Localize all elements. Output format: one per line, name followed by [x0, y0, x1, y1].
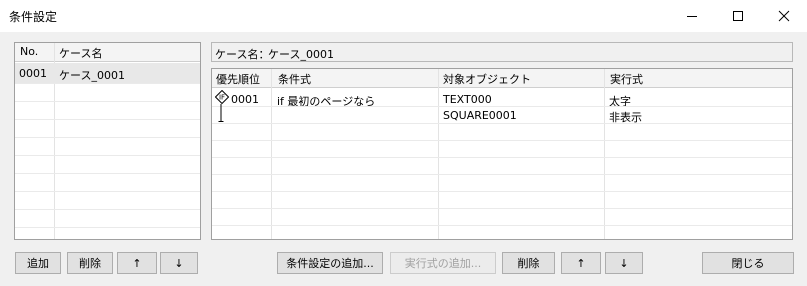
close-button[interactable]: 閉じる	[702, 252, 794, 274]
case-row-no: 0001	[19, 67, 47, 80]
svg-text:IF: IF	[219, 94, 225, 102]
condition-row-priority: 0001	[231, 93, 259, 106]
column-header-target-object[interactable]: 対象オブジェクト	[443, 71, 531, 87]
window-title: 条件設定	[9, 10, 58, 24]
add-condition-button[interactable]: 条件設定の追加...	[277, 252, 383, 274]
case-list-header: No. ケース名	[15, 43, 200, 62]
condition-row-target: TEXT000	[443, 93, 492, 106]
title-bar: 条件設定	[0, 0, 807, 32]
column-header-action[interactable]: 実行式	[610, 71, 643, 87]
close-icon	[778, 10, 790, 22]
case-name-label: ケース名：	[215, 48, 270, 61]
minimize-button[interactable]	[669, 0, 715, 32]
move-case-up-button[interactable]: ↑	[117, 252, 157, 274]
condition-diamond-icon: IF	[215, 90, 229, 104]
add-case-button[interactable]: 追加	[15, 252, 61, 274]
column-header-condition[interactable]: 条件式	[278, 71, 311, 87]
case-list[interactable]: No. ケース名 0001 ケース_0001	[14, 42, 201, 240]
move-condition-up-button[interactable]: ↑	[561, 252, 601, 274]
move-case-down-button[interactable]: ↓	[160, 252, 198, 274]
condition-table-header: 優先順位 条件式 対象オブジェクト 実行式	[212, 69, 792, 88]
case-name-value: ケース_0001	[268, 48, 334, 61]
delete-condition-button[interactable]: 削除	[502, 252, 555, 274]
column-header-case-name[interactable]: ケース名	[59, 45, 102, 61]
condition-table[interactable]: 優先順位 条件式 対象オブジェクト 実行式 IF 0001 if 最初のページな…	[211, 68, 793, 240]
maximize-icon	[733, 11, 743, 21]
minimize-icon	[687, 16, 697, 17]
case-row-name: ケース_0001	[59, 69, 125, 82]
branch-line-icon	[218, 104, 224, 122]
add-action-button[interactable]: 実行式の追加...	[390, 252, 496, 274]
delete-case-button[interactable]: 削除	[67, 252, 113, 274]
column-header-no[interactable]: No.	[20, 45, 38, 58]
column-header-priority[interactable]: 優先順位	[216, 71, 260, 87]
condition-row-target: SQUARE0001	[443, 109, 517, 122]
case-name-bar: ケース名： ケース_0001	[211, 42, 793, 62]
move-condition-down-button[interactable]: ↓	[605, 252, 643, 274]
condition-settings-dialog: 条件設定 No. ケース名 0001 ケース_0001 ケース名： ケース_00…	[0, 0, 807, 286]
maximize-button[interactable]	[715, 0, 761, 32]
close-window-button[interactable]	[761, 0, 807, 32]
